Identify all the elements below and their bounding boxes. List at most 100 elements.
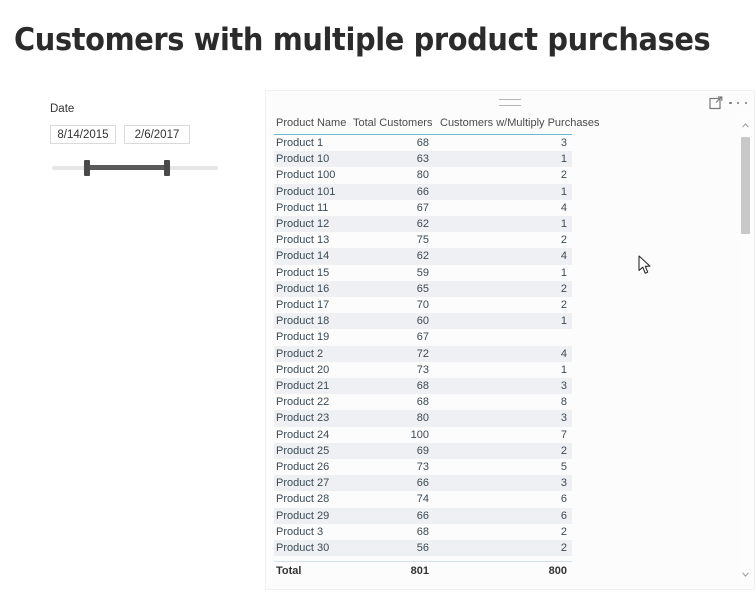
- cell-total-customers: 68: [416, 525, 429, 538]
- total-row-container: Total 801 800: [274, 561, 572, 581]
- cell-multiply-purchases: 1: [560, 363, 567, 376]
- cell-product-name: Product 13: [276, 234, 330, 247]
- cell-total-customers: 68: [416, 396, 429, 409]
- table-row[interactable]: Product 15 59 1: [274, 265, 572, 281]
- cell-total-customers: 73: [416, 363, 429, 376]
- table-scroll-area: Product Name Total Customers Customers w…: [274, 117, 732, 585]
- drag-handle-icon[interactable]: [499, 99, 521, 106]
- cell-multiply-purchases: 5: [560, 461, 567, 474]
- table-body: Product 1 68 3 Product 10 63 1 Product 100 80 2 P…: [274, 135, 572, 557]
- more-options-icon[interactable]: [729, 97, 747, 109]
- cell-product-name: Product 20: [276, 363, 330, 376]
- cell-product-name: Product 30: [274, 540, 347, 557]
- table-row[interactable]: Product 100 80 2: [274, 167, 572, 183]
- table-row[interactable]: Product 16 65 2: [274, 280, 572, 298]
- table-row[interactable]: Product 1 68 3: [274, 135, 572, 152]
- date-range-slider[interactable]: [50, 160, 218, 176]
- focus-mode-icon[interactable]: [709, 96, 723, 110]
- cell-product-name: Product 100: [276, 169, 336, 182]
- table-row[interactable]: Product 25 69 2: [274, 442, 572, 460]
- start-date-input[interactable]: 8/14/2015: [50, 125, 116, 144]
- cell-total-customers: 80: [416, 169, 429, 182]
- date-slicer[interactable]: Date 8/14/2015 2/6/2017: [50, 102, 225, 180]
- cell-total-customers: 100: [410, 428, 429, 441]
- total-multiply-purchases: 800: [434, 561, 572, 581]
- cell-multiply-purchases: 4: [560, 201, 567, 214]
- cell-total-customers: 72: [347, 345, 434, 362]
- column-header-multiply-purchases[interactable]: Customers w/Multiply Purchases: [434, 117, 600, 135]
- table-row[interactable]: Product 13 75 2: [274, 232, 572, 248]
- cell-total-customers: 67: [416, 331, 429, 344]
- table-row[interactable]: Product 19 67: [274, 329, 572, 345]
- cell-multiply-purchases: 1: [560, 266, 567, 279]
- cell-multiply-purchases: 6: [560, 493, 567, 506]
- table-row[interactable]: Product 27 66 3: [274, 475, 572, 492]
- table-row[interactable]: Product 21 68 3: [274, 378, 572, 395]
- table-row[interactable]: Product 26 73 5: [274, 459, 572, 475]
- cell-multiply-purchases: 1: [434, 183, 572, 200]
- cell-total-customers: 65: [347, 280, 434, 298]
- cell-multiply-purchases: 4: [434, 248, 572, 265]
- cell-multiply-purchases: 1: [434, 313, 572, 330]
- cell-product-name: Product 27: [274, 475, 347, 492]
- total-label: Total: [274, 561, 347, 581]
- cell-multiply-purchases: 3: [560, 137, 567, 149]
- cell-total-customers: 66: [347, 475, 434, 492]
- table-vertical-scrollbar[interactable]: [739, 119, 752, 581]
- cell-product-name: Product 12: [274, 216, 347, 233]
- cell-product-name: Product 2: [274, 345, 347, 362]
- table-row[interactable]: Product 22 68 8: [274, 394, 572, 410]
- table-row[interactable]: Product 18 60 1: [274, 313, 572, 330]
- cell-multiply-purchases: 3: [434, 410, 572, 427]
- cell-multiply-purchases: 2: [560, 169, 567, 182]
- cell-multiply-purchases: 2: [560, 299, 567, 312]
- cell-total-customers: 67: [416, 201, 429, 214]
- table-row[interactable]: Product 12 62 1: [274, 216, 572, 233]
- slider-handle-end[interactable]: [164, 160, 170, 176]
- column-header-product-name[interactable]: Product Name: [274, 117, 347, 135]
- cell-total-customers: 74: [416, 493, 429, 506]
- cell-total-customers: 59: [416, 266, 429, 279]
- slider-handle-start[interactable]: [84, 160, 90, 176]
- cell-product-name: Product 14: [274, 248, 347, 265]
- table-row[interactable]: Product 24 100 7: [274, 427, 572, 443]
- table-row[interactable]: Product 30 56 2: [274, 540, 572, 557]
- table-row[interactable]: Product 14 62 4: [274, 248, 572, 265]
- cell-total-customers: 63: [347, 151, 434, 168]
- cell-product-name: Product 25: [274, 442, 347, 460]
- cell-total-customers: 62: [347, 248, 434, 265]
- cell-total-customers: 70: [416, 299, 429, 312]
- table-total-row: Total 801 800: [274, 561, 572, 581]
- end-date-input[interactable]: 2/6/2017: [124, 125, 190, 144]
- cell-product-name: Product 22: [276, 396, 330, 409]
- scroll-down-arrow-icon[interactable]: [739, 568, 752, 581]
- column-header-total-customers[interactable]: Total Customers: [347, 117, 434, 135]
- cell-product-name: Product 19: [276, 331, 330, 344]
- cell-multiply-purchases: 3: [434, 475, 572, 492]
- table-row[interactable]: Product 101 66 1: [274, 183, 572, 200]
- table-row[interactable]: Product 28 74 6: [274, 491, 572, 507]
- cell-product-name: Product 17: [276, 299, 330, 312]
- slider-selected-range[interactable]: [86, 165, 168, 170]
- table-row[interactable]: Product 11 67 4: [274, 200, 572, 216]
- cell-multiply-purchases: 2: [434, 540, 572, 557]
- cell-multiply-purchases: 3: [434, 378, 572, 395]
- cell-total-customers: 68: [416, 137, 429, 149]
- table-row[interactable]: Product 2 72 4: [274, 345, 572, 362]
- cell-total-customers: 75: [416, 234, 429, 247]
- scrollbar-thumb[interactable]: [741, 137, 750, 234]
- cell-product-name: Product 101: [274, 183, 347, 200]
- table-row[interactable]: Product 3 68 2: [274, 524, 572, 540]
- table-row[interactable]: Product 20 73 1: [274, 362, 572, 378]
- table-row[interactable]: Product 23 80 3: [274, 410, 572, 427]
- cell-multiply-purchases: 2: [560, 525, 567, 538]
- table-row[interactable]: Product 10 63 1: [274, 151, 572, 168]
- table-row[interactable]: Product 17 70 2: [274, 297, 572, 313]
- date-slicer-inputs: 8/14/2015 2/6/2017: [50, 125, 225, 144]
- cell-multiply-purchases: [434, 329, 572, 345]
- scroll-up-arrow-icon[interactable]: [739, 119, 752, 132]
- cell-product-name: Product 24: [276, 428, 330, 441]
- table-row[interactable]: Product 29 66 6: [274, 507, 572, 524]
- cell-product-name: Product 21: [274, 378, 347, 395]
- cell-total-customers: 66: [347, 183, 434, 200]
